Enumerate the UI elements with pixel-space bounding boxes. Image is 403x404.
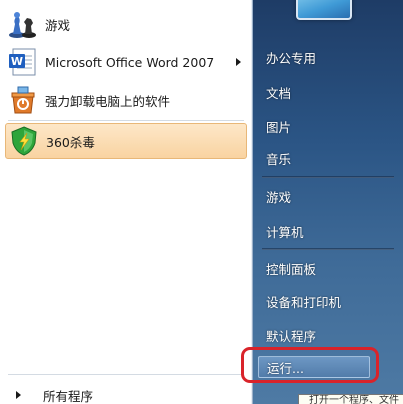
user-picture[interactable]: [296, 0, 352, 20]
program-label: 强力卸载电脑上的软件: [45, 93, 171, 109]
program-item-word[interactable]: W Microsoft Office Word 2007: [5, 44, 247, 80]
right-item-default-programs[interactable]: 默认程序: [258, 322, 398, 348]
right-item-label: 计算机: [266, 224, 304, 240]
right-item-music[interactable]: 音乐: [258, 145, 398, 171]
separator: [262, 248, 394, 250]
right-item-label: 图片: [266, 119, 292, 135]
right-item-label: 设备和打印机: [266, 294, 342, 310]
right-item-documents[interactable]: 文档: [258, 79, 398, 105]
right-item-label: 游戏: [266, 189, 292, 205]
separator: [8, 120, 244, 121]
games-chess-icon: [9, 12, 36, 38]
programs-pane: 游戏 W Microsoft Office Word 2007 强力卸载电脑上的…: [0, 0, 253, 404]
start-menu: 游戏 W Microsoft Office Word 2007 强力卸载电脑上的…: [0, 0, 403, 404]
submenu-arrow-icon[interactable]: [236, 58, 241, 66]
right-item-label: 默认程序: [266, 328, 317, 344]
right-item-pictures[interactable]: 图片: [258, 113, 398, 139]
all-programs-button[interactable]: 所有程序: [10, 386, 93, 404]
all-programs-label: 所有程序: [43, 388, 94, 404]
right-item-label: 文档: [266, 85, 292, 101]
program-label: 游戏: [45, 17, 71, 33]
svg-text:W: W: [11, 55, 23, 68]
program-label: 360杀毒: [46, 134, 95, 150]
uninstaller-icon: [11, 86, 35, 114]
right-item-games[interactable]: 游戏: [258, 183, 398, 209]
right-item-label: 音乐: [266, 151, 292, 167]
tooltip: 打开一个程序、文件: [298, 394, 403, 404]
right-item-label: 控制面板: [266, 261, 317, 277]
right-item-control-panel[interactable]: 控制面板: [258, 255, 398, 281]
annotation-highlight: [241, 347, 379, 383]
program-label: Microsoft Office Word 2007: [45, 54, 215, 70]
triangle-right-icon: [16, 391, 21, 399]
program-item-games[interactable]: 游戏: [5, 6, 247, 42]
separator: [8, 374, 244, 375]
right-item-office[interactable]: 办公专用: [258, 44, 398, 70]
word-icon: W: [9, 48, 36, 76]
right-item-label: 办公专用: [266, 50, 317, 66]
program-item-360-antivirus[interactable]: 360杀毒: [5, 123, 247, 159]
antivirus-shield-icon: [11, 126, 37, 156]
right-item-computer[interactable]: 计算机: [258, 218, 398, 244]
program-item-uninstaller[interactable]: 强力卸载电脑上的软件: [5, 82, 247, 118]
right-item-devices-printers[interactable]: 设备和打印机: [258, 288, 398, 314]
separator: [262, 176, 394, 178]
